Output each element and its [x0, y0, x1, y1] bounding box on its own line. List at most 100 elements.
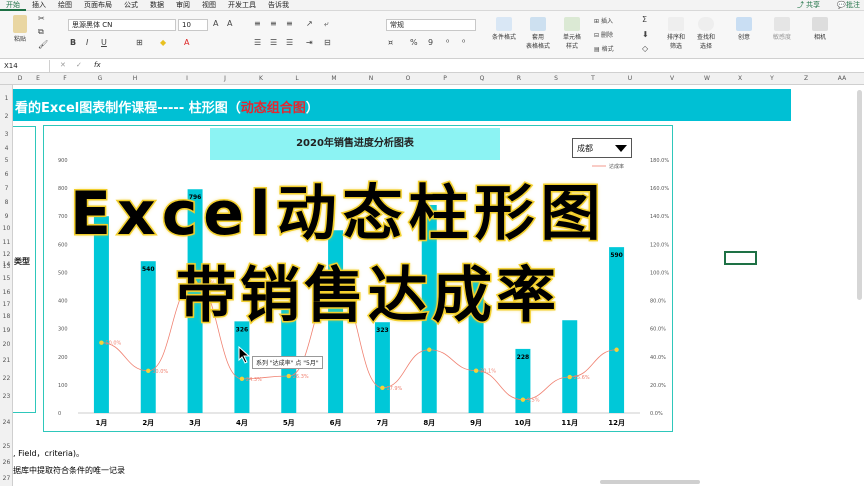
- function-button[interactable]: fx: [94, 61, 101, 69]
- column-header-I[interactable]: I: [177, 75, 197, 82]
- cancel-icon[interactable]: ✕: [60, 61, 66, 69]
- camera-button[interactable]: 相机: [808, 17, 832, 41]
- row-header-8[interactable]: 8: [0, 199, 13, 206]
- row-header-5[interactable]: 5: [0, 157, 13, 164]
- row-header-4[interactable]: 4: [0, 145, 13, 152]
- row-header-18[interactable]: 18: [0, 313, 13, 320]
- fill-icon[interactable]: ⬇: [642, 30, 649, 39]
- percent-button[interactable]: %: [410, 38, 418, 47]
- column-header-E[interactable]: E: [28, 75, 48, 82]
- column-header-AA[interactable]: AA: [832, 75, 852, 82]
- column-header-Y[interactable]: Y: [762, 75, 782, 82]
- horizontal-scrollbar[interactable]: [600, 480, 700, 484]
- row-header-7[interactable]: 7: [0, 185, 13, 192]
- copy-icon[interactable]: ⧉: [38, 27, 44, 37]
- find-select-button[interactable]: 查找和 选择: [692, 17, 720, 50]
- align-top-icon[interactable]: ≡: [254, 19, 261, 28]
- selected-cell[interactable]: [724, 251, 757, 265]
- create-button[interactable]: 创意: [732, 17, 756, 41]
- row-header-1[interactable]: 1: [0, 95, 13, 102]
- column-header-T[interactable]: T: [583, 75, 603, 82]
- column-header-D[interactable]: D: [10, 75, 30, 82]
- row-header-19[interactable]: 19: [0, 327, 13, 334]
- borders-icon[interactable]: ⊞: [136, 38, 143, 47]
- clear-icon[interactable]: ◇: [642, 44, 648, 53]
- share-button[interactable]: ⤴ 共享: [797, 0, 820, 10]
- align-bottom-icon[interactable]: ≡: [286, 19, 293, 28]
- row-header-2[interactable]: 2: [0, 113, 13, 120]
- name-box[interactable]: X14: [2, 60, 50, 72]
- formula-input[interactable]: [110, 60, 860, 72]
- sensitivity-button[interactable]: 敏感度: [768, 17, 796, 41]
- comment-button[interactable]: 💬批注: [837, 0, 860, 10]
- tab-view[interactable]: 视图: [196, 0, 222, 10]
- column-header-Q[interactable]: Q: [472, 75, 492, 82]
- confirm-icon[interactable]: ✓: [76, 61, 82, 69]
- paste-button[interactable]: 粘贴: [6, 15, 34, 43]
- cell-styles-button[interactable]: 单元格 样式: [556, 17, 588, 50]
- row-header-3[interactable]: 3: [0, 131, 13, 138]
- row-header-17[interactable]: 17: [0, 301, 13, 308]
- tab-data[interactable]: 数据: [144, 0, 170, 10]
- font-name-select[interactable]: 思源黑体 CN: [68, 19, 176, 31]
- underline-button[interactable]: U: [101, 38, 107, 47]
- row-header-14[interactable]: 14: [0, 261, 13, 268]
- column-header-S[interactable]: S: [546, 75, 566, 82]
- tab-insert[interactable]: 插入: [26, 0, 52, 10]
- row-header-12[interactable]: 12: [0, 251, 13, 258]
- format-painter-icon[interactable]: 🖌: [38, 40, 48, 49]
- tab-draw[interactable]: 绘图: [52, 0, 78, 10]
- conditional-format-button[interactable]: 条件格式: [488, 17, 520, 41]
- align-center-icon[interactable]: ☰: [270, 38, 277, 47]
- column-header-W[interactable]: W: [697, 75, 717, 82]
- column-header-P[interactable]: P: [435, 75, 455, 82]
- italic-button[interactable]: I: [86, 38, 88, 47]
- insert-cells-button[interactable]: ⊞ 插入: [594, 16, 613, 25]
- column-header-N[interactable]: N: [361, 75, 381, 82]
- indent-icon[interactable]: ⇥: [306, 38, 313, 47]
- row-header-16[interactable]: 16: [0, 289, 13, 296]
- column-header-F[interactable]: F: [55, 75, 75, 82]
- column-header-V[interactable]: V: [662, 75, 682, 82]
- row-header-27[interactable]: 27: [0, 475, 13, 482]
- city-dropdown[interactable]: 成都: [572, 138, 632, 158]
- column-header-K[interactable]: K: [251, 75, 271, 82]
- sort-filter-button[interactable]: 排序和 筛选: [664, 17, 688, 50]
- column-header-X[interactable]: X: [730, 75, 750, 82]
- tab-developer[interactable]: 开发工具: [222, 0, 262, 10]
- row-header-11[interactable]: 11: [0, 239, 13, 246]
- row-header-24[interactable]: 24: [0, 419, 13, 426]
- format-as-table-button[interactable]: 套用 表格格式: [522, 17, 554, 50]
- align-middle-icon[interactable]: ≡: [270, 19, 277, 28]
- column-header-R[interactable]: R: [509, 75, 529, 82]
- bold-button[interactable]: B: [70, 38, 76, 47]
- row-header-6[interactable]: 6: [0, 171, 13, 178]
- row-header-9[interactable]: 9: [0, 213, 13, 220]
- row-header-26[interactable]: 26: [0, 459, 13, 466]
- row-header-23[interactable]: 23: [0, 393, 13, 400]
- decrease-decimal-icon[interactable]: ⁰: [462, 38, 465, 47]
- vertical-scrollbar[interactable]: [857, 90, 862, 300]
- orientation-icon[interactable]: ↗: [306, 19, 313, 28]
- column-header-U[interactable]: U: [620, 75, 640, 82]
- tab-home[interactable]: 开始: [0, 0, 26, 11]
- merge-center-icon[interactable]: ⊟: [324, 38, 331, 47]
- column-header-L[interactable]: L: [287, 75, 307, 82]
- tab-formulas[interactable]: 公式: [118, 0, 144, 10]
- font-size-select[interactable]: 10: [178, 19, 208, 31]
- align-right-icon[interactable]: ☰: [286, 38, 293, 47]
- row-header-21[interactable]: 21: [0, 357, 13, 364]
- font-color-icon[interactable]: A: [184, 38, 189, 47]
- autosum-icon[interactable]: Σ: [642, 15, 647, 24]
- row-header-20[interactable]: 20: [0, 341, 13, 348]
- column-header-M[interactable]: M: [324, 75, 344, 82]
- tab-tell-me[interactable]: 告诉我: [262, 0, 295, 10]
- comma-button[interactable]: 9: [428, 38, 433, 47]
- format-cells-button[interactable]: ▤ 格式: [594, 44, 614, 53]
- column-header-O[interactable]: O: [398, 75, 418, 82]
- row-header-22[interactable]: 22: [0, 375, 13, 382]
- column-header-Z[interactable]: Z: [796, 75, 816, 82]
- increase-decimal-icon[interactable]: ⁰: [446, 38, 449, 47]
- column-header-J[interactable]: J: [215, 75, 235, 82]
- currency-icon[interactable]: ¤: [388, 38, 393, 47]
